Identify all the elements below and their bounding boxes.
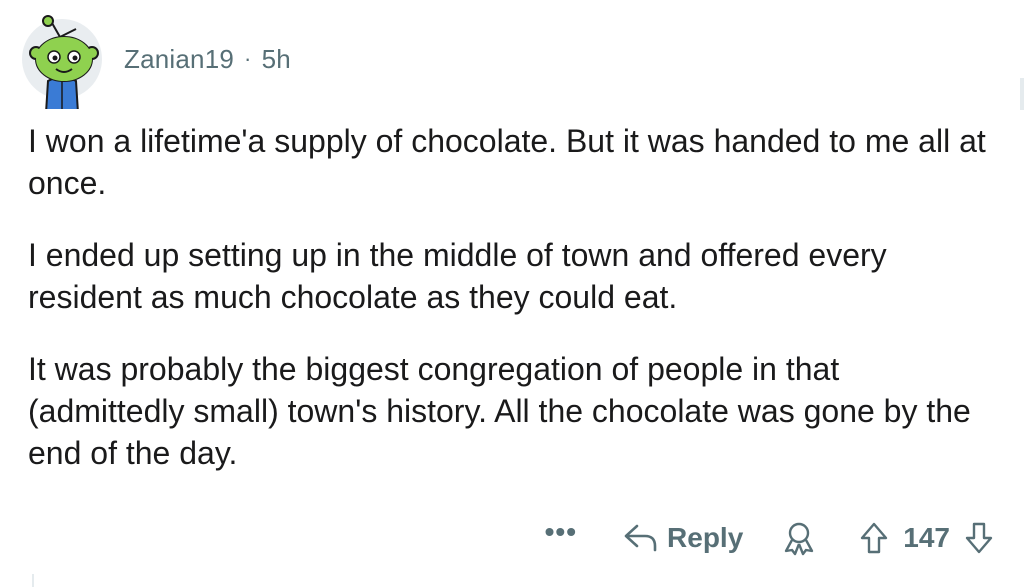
- avatar[interactable]: [22, 15, 102, 109]
- comment-paragraph: It was probably the biggest congregation…: [28, 351, 971, 471]
- author-name[interactable]: Zanian19: [124, 44, 234, 75]
- comment-age: 5h: [261, 43, 291, 74]
- comment-actions: ••• Reply 147: [545, 516, 994, 560]
- award-icon: [785, 522, 814, 556]
- more-options-button[interactable]: •••: [545, 518, 577, 546]
- comment-paragraph: I won a lifetime'a supply of chocolate. …: [28, 123, 986, 201]
- reply-button[interactable]: Reply: [623, 522, 743, 554]
- downvote-arrow-icon[interactable]: [964, 521, 994, 555]
- comment-body: I won a lifetime'a supply of chocolate. …: [28, 120, 1003, 504]
- upvote-arrow-icon[interactable]: [859, 521, 889, 555]
- snoo-avatar-icon: [29, 15, 99, 109]
- vote-controls: 147: [859, 521, 994, 555]
- comment-meta: Zanian19 · 5h: [124, 44, 291, 75]
- vote-score: 147: [903, 522, 950, 553]
- reply-arrow-icon: [624, 524, 657, 552]
- scrollbar[interactable]: [1020, 78, 1024, 110]
- comment-paragraph: I ended up setting up in the middle of t…: [28, 237, 887, 315]
- comment: Zanian19 · 5h I won a lifetime'a supply …: [0, 0, 1024, 587]
- award-button[interactable]: [781, 520, 817, 556]
- reply-label: Reply: [667, 522, 744, 553]
- comment-header: Zanian19 · 5h: [22, 14, 291, 109]
- meta-separator: ·: [244, 46, 252, 71]
- thread-line: [32, 574, 34, 587]
